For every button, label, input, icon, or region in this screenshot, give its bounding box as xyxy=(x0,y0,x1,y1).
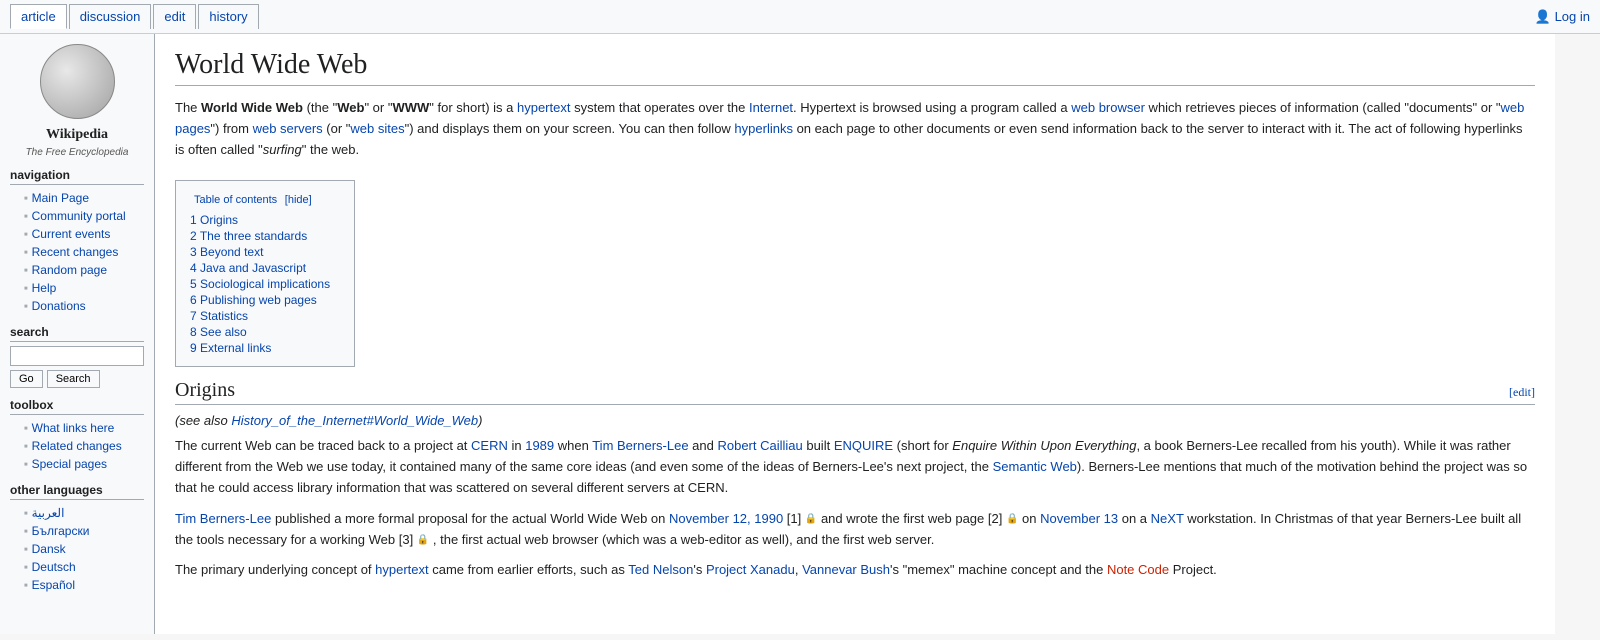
ted-nelson-link[interactable]: Ted Nelson xyxy=(628,562,693,577)
enquire-link[interactable]: ENQUIRE xyxy=(834,438,893,453)
toc-item-6[interactable]: 6 Publishing web pages xyxy=(190,292,340,308)
sidebar-item-spanish[interactable]: Español xyxy=(10,576,144,594)
sidebar: Wikipedia The Free Encyclopedia navigati… xyxy=(0,34,155,634)
toc-box: Table of contents [hide] 1 Origins 2 The… xyxy=(175,180,355,367)
web-servers-link[interactable]: web servers xyxy=(253,121,323,136)
rc-link[interactable]: Robert Cailliau xyxy=(717,438,802,453)
nav-section-title: navigation xyxy=(10,168,144,185)
sidebar-item-help[interactable]: Help xyxy=(10,279,144,297)
next-link[interactable]: NeXT xyxy=(1151,511,1184,526)
tab-article[interactable]: article xyxy=(10,4,67,29)
surfing-italic: surfing xyxy=(263,142,302,157)
article-content: World Wide Web The World Wide Web (the "… xyxy=(155,34,1555,634)
origins-edit-link[interactable]: [edit] xyxy=(1509,385,1535,400)
bold-web: Web xyxy=(337,100,364,115)
tbl-link[interactable]: Tim Berners-Lee xyxy=(592,438,688,453)
logo-area: Wikipedia The Free Encyclopedia xyxy=(10,44,144,158)
languages-section-title: other languages xyxy=(10,483,144,500)
search-buttons: Go Search xyxy=(10,370,144,388)
cern-link[interactable]: CERN xyxy=(471,438,508,453)
wiki-title: Wikipedia xyxy=(46,127,108,142)
lock-icon3: 🔒 xyxy=(417,534,429,545)
tab-bar: article discussion edit history xyxy=(10,4,261,29)
toc-item-9[interactable]: 9 External links xyxy=(190,340,340,356)
tab-edit[interactable]: edit xyxy=(153,4,196,29)
wiki-subtitle: The Free Encyclopedia xyxy=(26,147,129,158)
toc-item-3[interactable]: 3 Beyond text xyxy=(190,244,340,260)
toc-item-1[interactable]: 1 Origins xyxy=(190,212,340,228)
hypertext-link[interactable]: hypertext xyxy=(517,100,570,115)
date1-link[interactable]: November 12, 1990 xyxy=(669,511,783,526)
toc-hide-button[interactable]: [hide] xyxy=(285,194,312,206)
tab-history[interactable]: history xyxy=(198,4,258,29)
bold-www2: WWW xyxy=(392,100,429,115)
sidebar-item-bulgarian[interactable]: Български xyxy=(10,522,144,540)
semantic-web-link[interactable]: Semantic Web xyxy=(993,459,1077,474)
sidebar-item-what-links[interactable]: What links here xyxy=(10,419,144,437)
user-icon: 👤 xyxy=(1535,9,1551,24)
search-input[interactable] xyxy=(10,346,144,366)
sidebar-item-random-page[interactable]: Random page xyxy=(10,261,144,279)
origins-para1: The current Web can be traced back to a … xyxy=(175,436,1535,498)
history-internet-link[interactable]: History_of_the_Internet#World_Wide_Web xyxy=(231,413,478,428)
sidebar-item-recent-changes[interactable]: Recent changes xyxy=(10,243,144,261)
hyperlinks-link[interactable]: hyperlinks xyxy=(734,121,793,136)
toc-item-5[interactable]: 5 Sociological implications xyxy=(190,276,340,292)
enquire-italic: Enquire Within Upon Everything xyxy=(952,438,1136,453)
hypertext2-link[interactable]: hypertext xyxy=(375,562,428,577)
wikipedia-globe xyxy=(40,44,115,119)
sidebar-item-danish[interactable]: Dansk xyxy=(10,540,144,558)
sidebar-item-donations[interactable]: Donations xyxy=(10,297,144,315)
toc-item-8[interactable]: 8 See also xyxy=(190,324,340,340)
note-code-link[interactable]: Note Code xyxy=(1107,562,1169,577)
login-link[interactable]: 👤 Log in xyxy=(1535,9,1590,25)
origins-para2: Tim Berners-Lee published a more formal … xyxy=(175,509,1535,551)
sidebar-item-related-changes[interactable]: Related changes xyxy=(10,437,144,455)
page-header: article discussion edit history 👤 Log in xyxy=(0,0,1600,34)
search-section-title: search xyxy=(10,325,144,342)
year-1989-link[interactable]: 1989 xyxy=(525,438,554,453)
toc-item-7[interactable]: 7 Statistics xyxy=(190,308,340,324)
xanadu-link[interactable]: Project Xanadu xyxy=(706,562,795,577)
see-also-note: (see also History_of_the_Internet#World_… xyxy=(175,413,1535,428)
toolbox-section-title: toolbox xyxy=(10,398,144,415)
vannevar-link[interactable]: Vannevar Bush xyxy=(802,562,890,577)
sidebar-item-community[interactable]: Community portal xyxy=(10,207,144,225)
tab-discussion[interactable]: discussion xyxy=(69,4,152,29)
sidebar-item-german[interactable]: Deutsch xyxy=(10,558,144,576)
search-section: search Go Search xyxy=(10,325,144,388)
toc-item-4[interactable]: 4 Java and Javascript xyxy=(190,260,340,276)
origins-section-header: Origins [edit] xyxy=(175,379,1535,405)
toc-item-2[interactable]: 2 The three standards xyxy=(190,228,340,244)
page-title: World Wide Web xyxy=(175,49,1535,86)
go-button[interactable]: Go xyxy=(10,370,43,388)
sidebar-item-main-page[interactable]: Main Page xyxy=(10,189,144,207)
web-browser-link[interactable]: web browser xyxy=(1071,100,1145,115)
internet-link[interactable]: Internet xyxy=(749,100,793,115)
search-button[interactable]: Search xyxy=(47,370,100,388)
date2-link[interactable]: November 13 xyxy=(1040,511,1118,526)
bold-www: World Wide Web xyxy=(201,100,303,115)
sidebar-item-special-pages[interactable]: Special pages xyxy=(10,455,144,473)
tbl-link2[interactable]: Tim Berners-Lee xyxy=(175,511,271,526)
lock-icon2: 🔒 xyxy=(1006,513,1018,524)
sidebar-item-current-events[interactable]: Current events xyxy=(10,225,144,243)
origins-para3: The primary underlying concept of hypert… xyxy=(175,560,1535,581)
sidebar-item-arabic[interactable]: العربية xyxy=(10,504,144,522)
lock-icon1: 🔒 xyxy=(805,513,817,524)
toc-title: Table of contents [hide] xyxy=(190,191,340,206)
web-sites-link[interactable]: web sites xyxy=(350,121,404,136)
main-container: Wikipedia The Free Encyclopedia navigati… xyxy=(0,34,1600,634)
intro-paragraph: The World Wide Web (the "Web" or "WWW" f… xyxy=(175,98,1535,160)
origins-heading: Origins xyxy=(175,379,235,402)
